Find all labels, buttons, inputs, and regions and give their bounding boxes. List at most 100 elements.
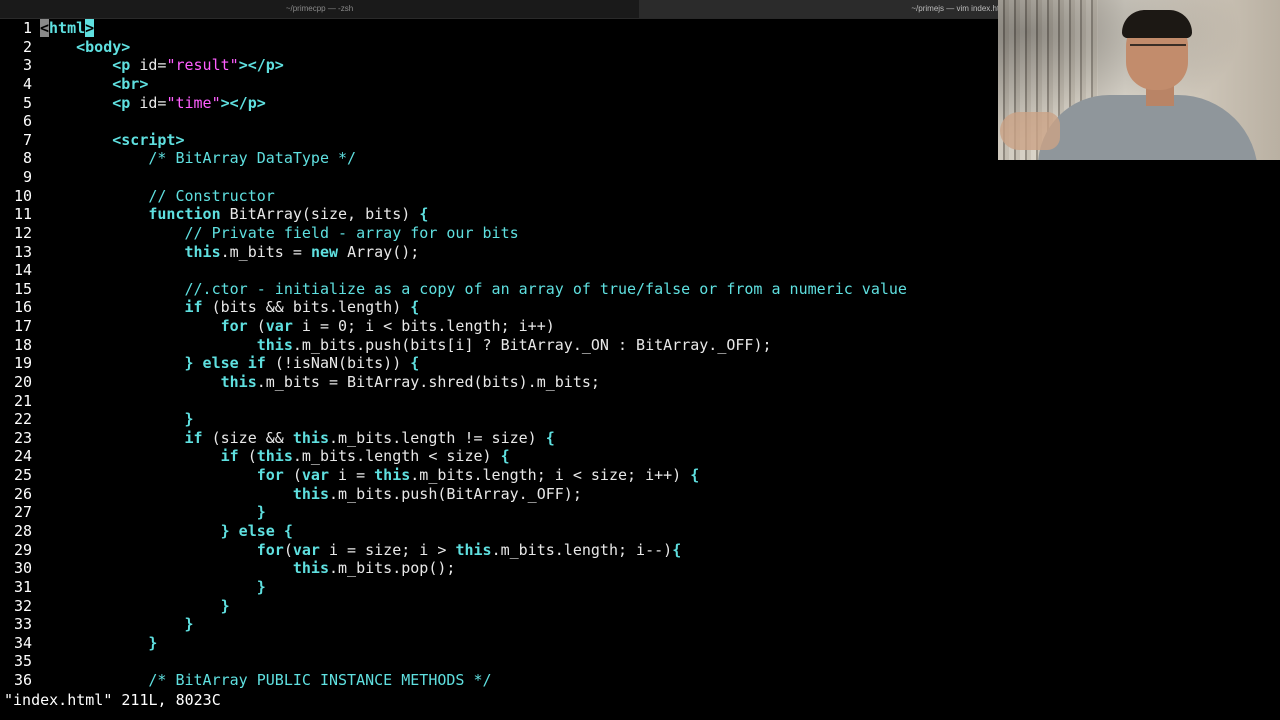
line-number: 34	[13, 633, 32, 652]
code-token: i = size; i >	[329, 540, 456, 559]
code-line[interactable]: 27 }	[0, 503, 266, 522]
code-line[interactable]: 32 }	[0, 597, 230, 616]
code-line[interactable]: 6	[0, 112, 40, 131]
webcam-overlay	[998, 0, 1280, 160]
line-code: /* BitArray PUBLIC INSTANCE METHODS */	[40, 671, 491, 688]
code-token: this	[40, 484, 329, 503]
code-line[interactable]: 3 <p id="result"></p>	[0, 56, 284, 75]
line-number: 27	[13, 503, 32, 522]
code-line[interactable]: 20 this.m_bits = BitArray.shred(bits).m_…	[0, 373, 600, 392]
line-code: this.m_bits.push(BitArray._OFF);	[40, 485, 582, 503]
tab-primecpp[interactable]: ~/primecpp — -zsh	[0, 0, 639, 18]
code-token: for	[40, 317, 257, 336]
line-code: //.ctor - initialize as a copy of an arr…	[40, 279, 907, 298]
code-token: var	[265, 317, 302, 336]
line-code: <p id="result"></p>	[40, 56, 284, 74]
code-token: this	[292, 428, 329, 447]
code-token: (	[292, 466, 302, 485]
code-token: .m_bits = BitArray.shred(bits).m_bits;	[256, 372, 600, 391]
line-code: this.m_bits.pop();	[40, 559, 456, 578]
line-code: }	[40, 634, 157, 652]
code-line[interactable]: 12 // Private field - array for our bits	[0, 224, 519, 243]
code-line[interactable]: 4 <br>	[0, 75, 148, 94]
code-line[interactable]: 23 if (size && this.m_bits.length != siz…	[0, 429, 555, 448]
code-token: (	[247, 447, 257, 466]
code-token: .m_bits.push(BitArray._OFF);	[328, 484, 582, 503]
code-token: >	[85, 19, 95, 37]
code-line[interactable]: 36 /* BitArray PUBLIC INSTANCE METHODS *…	[0, 671, 492, 688]
code-token: var	[292, 540, 329, 559]
code-token: this	[40, 242, 221, 261]
code-token: {	[500, 447, 510, 466]
code-token: <br>	[40, 74, 149, 93]
line-code: // Private field - array for our bits	[40, 224, 518, 242]
code-line[interactable]: 24 if (this.m_bits.length < size) {	[0, 447, 510, 466]
code-line[interactable]: 17 for (var i = 0; i < bits.length; i++)	[0, 317, 555, 336]
line-number: 23	[13, 428, 32, 447]
code-token: .m_bits.pop();	[328, 559, 456, 578]
code-line[interactable]: 8 /* BitArray DataType */	[0, 149, 356, 168]
code-token: {	[690, 466, 700, 485]
code-line[interactable]: 18 this.m_bits.push(bits[i] ? BitArray._…	[0, 336, 772, 355]
line-code: }	[40, 597, 230, 615]
code-line[interactable]: 15 //.ctor - initialize as a copy of an …	[0, 280, 907, 299]
line-number: 32	[13, 596, 32, 615]
code-line[interactable]: 33 }	[0, 615, 194, 634]
vim-cursor: <	[40, 19, 50, 37]
code-token: this	[455, 540, 492, 559]
line-number: 19	[13, 354, 32, 373]
line-number: 14	[13, 261, 32, 280]
line-code: } else {	[40, 522, 293, 540]
code-token: //.ctor - initialize as a copy of an arr…	[40, 279, 907, 298]
line-number: 22	[13, 410, 32, 429]
code-line[interactable]: 14	[0, 261, 40, 280]
code-line[interactable]: 31 }	[0, 578, 266, 597]
line-code: for(var i = size; i > this.m_bits.length…	[40, 541, 681, 559]
code-line[interactable]: 19 } else if (!isNaN(bits)) {	[0, 354, 419, 373]
code-line[interactable]: 7 <script>	[0, 131, 185, 150]
line-number: 18	[13, 335, 32, 354]
line-code: <script>	[40, 131, 184, 149]
code-line[interactable]: 1 <html>	[0, 19, 95, 38]
code-line[interactable]: 2 <body>	[0, 38, 130, 57]
code-token: .m_bits.length; i < size; i++)	[410, 466, 691, 485]
code-token: .m_bits =	[220, 242, 311, 261]
code-line[interactable]: 35	[0, 652, 40, 671]
code-line[interactable]: 26 this.m_bits.push(BitArray._OFF);	[0, 485, 582, 504]
code-line[interactable]: 21	[0, 392, 40, 411]
line-number: 11	[13, 205, 32, 224]
code-line[interactable]: 22 }	[0, 410, 194, 429]
code-token: Array();	[347, 242, 420, 261]
code-token: var	[301, 466, 339, 485]
line-number: 28	[13, 522, 32, 540]
code-token: for	[40, 540, 284, 559]
line-number: 2	[22, 37, 32, 56]
code-token: {	[410, 298, 420, 317]
code-line[interactable]: 25 for (var i = this.m_bits.length; i < …	[0, 466, 699, 485]
code-line[interactable]: 30 this.m_bits.pop();	[0, 559, 455, 578]
code-line[interactable]: 16 if (bits && bits.length) {	[0, 298, 419, 317]
code-token: }	[40, 596, 230, 615]
code-token: this	[40, 335, 293, 354]
code-line[interactable]: 11 function BitArray(size, bits) {	[0, 205, 428, 224]
line-code: if (this.m_bits.length < size) {	[40, 447, 510, 465]
line-number: 4	[22, 74, 32, 93]
code-token: this	[374, 466, 411, 485]
code-line[interactable]: 10 // Constructor	[0, 187, 275, 206]
code-line[interactable]: 34 }	[0, 634, 157, 653]
line-number: 31	[13, 577, 32, 596]
code-token: {	[545, 428, 555, 447]
code-token: if	[40, 447, 248, 466]
line-number: 7	[22, 130, 32, 149]
code-token: ></p>	[220, 93, 266, 112]
line-code: this.m_bits = BitArray.shred(bits).m_bit…	[40, 373, 600, 391]
code-line[interactable]: 29 for(var i = size; i > this.m_bits.len…	[0, 541, 681, 560]
code-line[interactable]: 9	[0, 168, 40, 187]
code-token: BitArray(size, bits)	[229, 205, 420, 224]
code-token: <p	[40, 56, 140, 75]
code-line[interactable]: 28 } else {	[0, 522, 293, 541]
code-line[interactable]: 13 this.m_bits = new Array();	[0, 243, 419, 262]
code-token: html	[49, 19, 86, 37]
code-line[interactable]: 5 <p id="time"></p>	[0, 94, 266, 113]
line-number: 8	[22, 149, 32, 168]
